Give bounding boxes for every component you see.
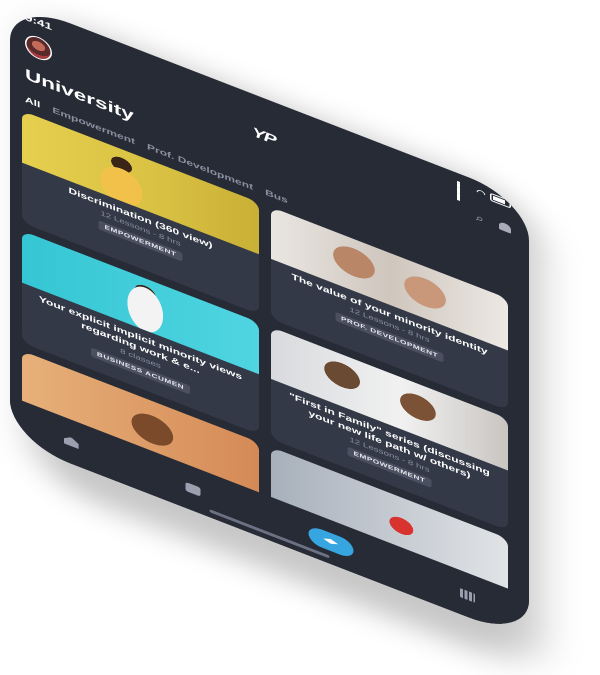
avatar[interactable] (25, 31, 52, 65)
university-nav-button[interactable] (308, 524, 354, 560)
search-icon[interactable]: ⌕ (476, 212, 484, 226)
app-logo: YP (252, 123, 276, 148)
wifi-icon: ◠ (476, 188, 486, 199)
home-icon[interactable] (64, 434, 79, 449)
signal-icon (456, 180, 472, 201)
top-actions: ⌕ (476, 212, 511, 237)
graduation-cap-icon (323, 536, 338, 548)
status-time: 9:41 (25, 11, 53, 33)
tab-business[interactable]: Bus (265, 188, 288, 206)
bell-icon[interactable] (498, 220, 511, 234)
briefcase-icon[interactable] (185, 481, 201, 497)
battery-icon (490, 192, 511, 209)
tab-all[interactable]: All (25, 95, 40, 110)
film-icon[interactable] (460, 587, 476, 603)
